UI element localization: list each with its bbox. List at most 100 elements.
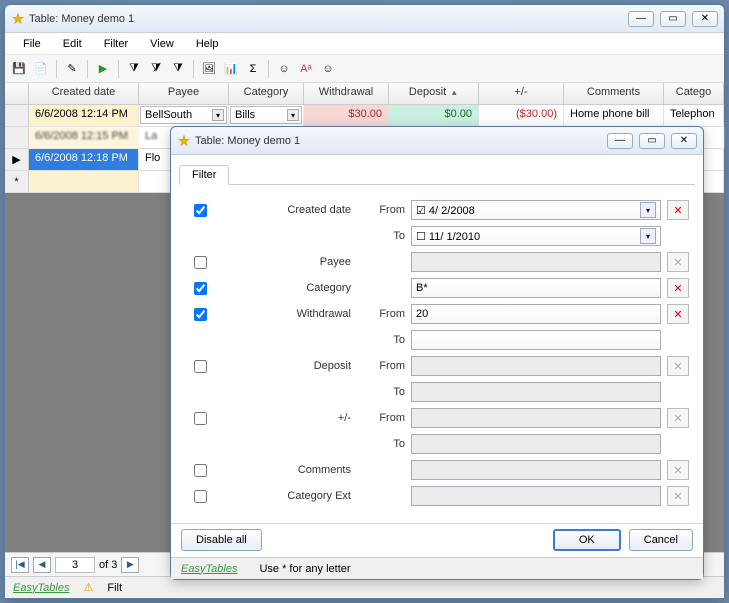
filter-edit-icon[interactable]: ⧩ <box>168 59 188 79</box>
pic-icon[interactable]: 🖼 <box>199 59 219 79</box>
filter-icon[interactable]: ⧩ <box>124 59 144 79</box>
disable-all-button[interactable]: Disable all <box>181 529 262 551</box>
lbl-comments: Comments <box>221 464 361 476</box>
filter-minimize-button[interactable]: — <box>607 133 633 149</box>
clear-created-button[interactable]: ✕ <box>667 200 689 220</box>
lbl-payee: Payee <box>221 256 361 268</box>
menu-edit[interactable]: Edit <box>53 36 92 52</box>
chk-comments[interactable] <box>194 464 207 477</box>
chk-deposit[interactable] <box>194 360 207 373</box>
chk-created-date[interactable] <box>194 204 207 217</box>
sort-asc-icon: ▲ <box>450 88 458 97</box>
lbl-category: Category <box>221 282 361 294</box>
table-row[interactable]: 6/6/2008 12:14 PM BellSouth▾ Bills▾ $30.… <box>5 105 724 127</box>
chevron-down-icon[interactable]: ▾ <box>212 109 224 121</box>
page-icon[interactable]: 📄 <box>31 59 51 79</box>
chk-category-ext[interactable] <box>194 490 207 503</box>
grid-header: Created date Payee Category Withdrawal D… <box>5 83 724 105</box>
col-category-ext[interactable]: Catego <box>664 83 724 104</box>
app-star-icon <box>11 12 25 26</box>
row-selector-current[interactable]: ▶ <box>5 149 29 170</box>
col-created-date[interactable]: Created date <box>29 83 139 104</box>
row-selector[interactable] <box>5 127 29 148</box>
main-titlebar[interactable]: Table: Money demo 1 — ▭ ✕ <box>5 5 724 33</box>
pm-from-input[interactable] <box>411 408 661 428</box>
clear-withdrawal-button[interactable]: ✕ <box>667 304 689 324</box>
nav-first-button[interactable]: |◀ <box>11 557 29 573</box>
category-ext-input[interactable] <box>411 486 661 506</box>
comments-input[interactable] <box>411 460 661 480</box>
created-from-date[interactable]: ☑ 4/ 2/2008▾ <box>411 200 661 220</box>
clear-category-ext-button[interactable]: ✕ <box>667 486 689 506</box>
filter-tabstrip: Filter <box>179 161 695 185</box>
brand-link[interactable]: EasyTables <box>13 582 69 594</box>
font-icon[interactable]: Aᵃ <box>296 59 316 79</box>
withdrawal-from-input[interactable]: 20 <box>411 304 661 324</box>
col-withdrawal[interactable]: Withdrawal <box>304 83 389 104</box>
main-title: Table: Money demo 1 <box>29 13 628 25</box>
chk-pm[interactable] <box>194 412 207 425</box>
smile-icon[interactable]: ☺ <box>274 59 294 79</box>
withdrawal-to-input[interactable] <box>411 330 661 350</box>
pm-to-input[interactable] <box>411 434 661 454</box>
payee-input[interactable] <box>411 252 661 272</box>
filter-maximize-button[interactable]: ▭ <box>639 133 665 149</box>
col-comments[interactable]: Comments <box>564 83 664 104</box>
save-icon[interactable]: 💾 <box>9 59 29 79</box>
filter-title: Table: Money demo 1 <box>195 135 607 147</box>
chk-category[interactable] <box>194 282 207 295</box>
nav-position-input[interactable] <box>55 557 95 573</box>
clear-pm-button[interactable]: ✕ <box>667 408 689 428</box>
created-to-date[interactable]: ☐ 11/ 1/2010▾ <box>411 226 661 246</box>
menu-help[interactable]: Help <box>186 36 229 52</box>
menu-filter[interactable]: Filter <box>94 36 138 52</box>
deposit-from-input[interactable] <box>411 356 661 376</box>
close-button[interactable]: ✕ <box>692 11 718 27</box>
payee-combo: BellSouth▾ <box>140 106 227 124</box>
menu-view[interactable]: View <box>140 36 184 52</box>
sigma-icon[interactable]: Σ <box>243 59 263 79</box>
filter-titlebar[interactable]: Table: Money demo 1 — ▭ ✕ <box>171 127 703 155</box>
filter-status-text: Filt <box>107 582 122 594</box>
tab-filter[interactable]: Filter <box>179 165 229 185</box>
clear-comments-button[interactable]: ✕ <box>667 460 689 480</box>
maximize-button[interactable]: ▭ <box>660 11 686 27</box>
filter-dialog: Table: Money demo 1 — ▭ ✕ Filter Created… <box>170 126 704 580</box>
col-deposit[interactable]: Deposit▲ <box>389 83 479 104</box>
cancel-button[interactable]: Cancel <box>629 529 693 551</box>
category-input[interactable]: B* <box>411 278 661 298</box>
clear-deposit-button[interactable]: ✕ <box>667 356 689 376</box>
deposit-to-input[interactable] <box>411 382 661 402</box>
minimize-button[interactable]: — <box>628 11 654 27</box>
menu-file[interactable]: File <box>13 36 51 52</box>
nav-of-label: of 3 <box>99 559 117 571</box>
ok-button[interactable]: OK <box>553 529 621 551</box>
filter-clear-icon[interactable]: ⧩̸ <box>146 59 166 79</box>
lbl-withdrawal: Withdrawal <box>221 308 361 320</box>
chk-withdrawal[interactable] <box>194 308 207 321</box>
brand-link[interactable]: EasyTables <box>181 563 237 575</box>
calendar-dropdown-icon[interactable]: ▾ <box>640 202 656 218</box>
nav-next-button[interactable]: ▶ <box>121 557 139 573</box>
chk-payee[interactable] <box>194 256 207 269</box>
play-icon[interactable]: ▶ <box>93 59 113 79</box>
col-category[interactable]: Category <box>229 83 304 104</box>
clear-payee-button[interactable]: ✕ <box>667 252 689 272</box>
chevron-down-icon[interactable]: ▾ <box>287 109 299 121</box>
col-payee[interactable]: Payee <box>139 83 229 104</box>
lbl-deposit: Deposit <box>221 360 361 372</box>
row-selector[interactable] <box>5 105 29 126</box>
smile2-icon[interactable]: ☺ <box>318 59 338 79</box>
calendar-dropdown-icon[interactable]: ▾ <box>640 228 656 244</box>
filter-status-icon: ⚠ <box>83 581 93 594</box>
filter-close-button[interactable]: ✕ <box>671 133 697 149</box>
col-pm[interactable]: +/- <box>479 83 564 104</box>
chart-icon[interactable]: 📊 <box>221 59 241 79</box>
clear-category-button[interactable]: ✕ <box>667 278 689 298</box>
nav-prev-button[interactable]: ◀ <box>33 557 51 573</box>
lbl-pm: +/- <box>221 412 361 424</box>
lbl-created-date: Created date <box>221 204 361 216</box>
edit-icon[interactable]: ✎ <box>62 59 82 79</box>
filter-statusbar: EasyTables Use * for any letter <box>171 557 703 579</box>
new-row-star-icon[interactable]: * <box>5 171 29 192</box>
